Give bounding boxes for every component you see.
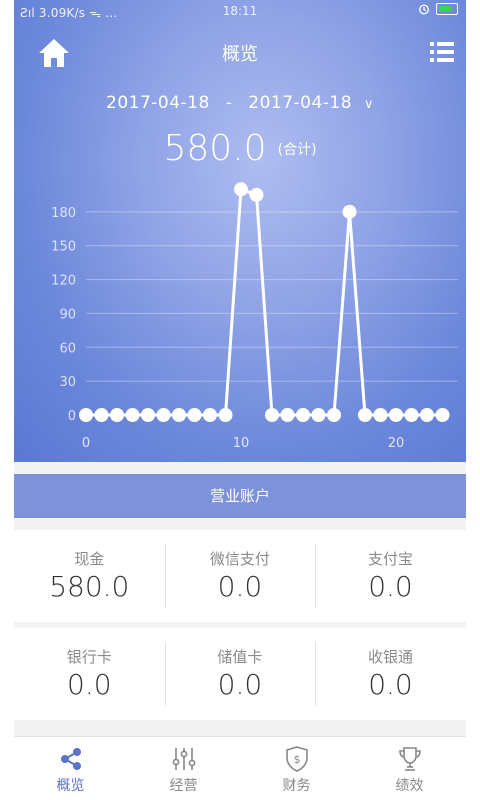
data-point <box>358 408 372 422</box>
app-screen: Ƨıl 3.09K/s ᯓ … 18:11 概览 2017-04-18 - 20… <box>14 0 466 800</box>
accounts-grid: 现金 580.0 微信支付 0.0 支付宝 0.0 银行卡 0.0 储值卡 0.… <box>14 530 466 720</box>
account-value: 0.0 <box>67 668 112 701</box>
date-end: 2017-04-18 <box>248 93 353 113</box>
tab-operations[interactable]: 经营 <box>127 737 240 800</box>
account-value: 0.0 <box>368 570 413 603</box>
data-point <box>435 408 450 422</box>
data-point <box>141 408 155 422</box>
data-point <box>218 408 233 422</box>
account-label: 支付宝 <box>367 550 413 568</box>
account-stored-value-card[interactable]: 储值卡 0.0 <box>164 628 316 720</box>
y-tick-label: 180 <box>51 206 76 221</box>
data-point <box>203 408 217 422</box>
data-point <box>311 408 326 422</box>
x-tick-label: 20 <box>388 436 405 451</box>
data-point <box>373 408 388 422</box>
account-label: 储值卡 <box>217 648 263 666</box>
account-alipay[interactable]: 支付宝 0.0 <box>315 530 466 622</box>
svg-text:$: $ <box>293 753 300 766</box>
chevron-down-icon: ∨ <box>363 97 374 112</box>
data-point <box>342 204 357 219</box>
battery-icon <box>436 3 458 15</box>
data-point <box>280 408 295 422</box>
y-tick-label: 30 <box>59 375 76 390</box>
tab-label: 财务 <box>282 778 311 794</box>
account-value: 0.0 <box>217 668 263 701</box>
account-cashier[interactable]: 收银通 0.0 <box>315 628 466 720</box>
data-point <box>249 187 264 202</box>
share-icon <box>60 748 81 770</box>
list-icon[interactable] <box>428 38 456 66</box>
data-point <box>125 408 140 422</box>
data-point <box>110 408 124 422</box>
data-point <box>187 408 202 422</box>
y-tick-label: 90 <box>59 307 76 322</box>
navbar: 概览 <box>14 28 466 74</box>
account-label: 银行卡 <box>66 648 112 666</box>
account-label: 微信支付 <box>209 550 270 568</box>
hourly-sales-chart: 0 30 60 90 120 150 180 0 10 20 <box>51 182 458 451</box>
tab-label: 绩效 <box>395 778 424 794</box>
accounts-row: 现金 580.0 微信支付 0.0 支付宝 0.0 <box>14 530 466 622</box>
account-wechat-pay[interactable]: 微信支付 0.0 <box>164 530 316 622</box>
accounts-row: 银行卡 0.0 储值卡 0.0 收银通 0.0 <box>14 628 466 720</box>
account-bank-card[interactable]: 银行卡 0.0 <box>14 628 165 720</box>
data-point <box>389 408 403 422</box>
total-value: 580.0 <box>163 128 267 169</box>
data-point <box>296 408 310 422</box>
account-value: 0.0 <box>368 668 413 701</box>
tab-finance[interactable]: $ 财务 <box>240 737 353 800</box>
sliders-icon <box>172 748 195 770</box>
total-unit: (合计) <box>277 141 317 158</box>
tab-performance[interactable]: 绩效 <box>353 737 466 800</box>
x-tick-label: 10 <box>233 436 250 451</box>
total-amount: 580.0 (合计) <box>14 128 466 169</box>
account-cash[interactable]: 现金 580.0 <box>14 530 165 622</box>
data-point <box>234 182 248 197</box>
tab-label: 经营 <box>169 778 198 794</box>
x-tick-label: 0 <box>82 436 90 451</box>
bottom-tab-bar: 概览 经营 $ 财务 绩效 <box>14 736 466 800</box>
trophy-icon <box>398 747 421 771</box>
data-point <box>404 408 419 422</box>
section-title: 营业账户 <box>14 474 466 518</box>
status-bar: Ƨıl 3.09K/s ᯓ … 18:11 <box>14 0 466 22</box>
data-point <box>79 408 93 422</box>
account-value: 580.0 <box>49 570 130 603</box>
y-tick-label: 0 <box>68 409 76 424</box>
y-tick-label: 60 <box>59 341 76 356</box>
date-start: 2017-04-18 <box>106 93 210 113</box>
status-time: 18:11 <box>222 4 258 18</box>
tab-label: 概览 <box>56 778 85 794</box>
alarm-icon <box>419 4 429 15</box>
y-tick-label: 150 <box>51 240 76 255</box>
data-point <box>265 408 279 422</box>
date-range-picker[interactable]: 2017-04-18 - 2017-04-18 ∨ <box>14 93 466 113</box>
data-point <box>172 408 186 422</box>
tab-overview[interactable]: 概览 <box>14 737 127 800</box>
shield-dollar-icon: $ <box>285 746 308 772</box>
overview-header-panel: Ƨıl 3.09K/s ᯓ … 18:11 概览 2017-04-18 - 20… <box>14 0 466 462</box>
account-label: 收银通 <box>367 648 413 666</box>
y-tick-label: 120 <box>51 274 76 289</box>
page-title: 概览 <box>222 44 258 65</box>
data-point <box>156 408 171 422</box>
account-value: 0.0 <box>217 570 263 603</box>
date-separator: - <box>225 93 233 113</box>
data-point <box>327 408 341 422</box>
data-point <box>420 408 434 422</box>
status-icons <box>418 3 458 15</box>
data-point <box>94 408 109 422</box>
account-label: 现金 <box>74 550 105 568</box>
